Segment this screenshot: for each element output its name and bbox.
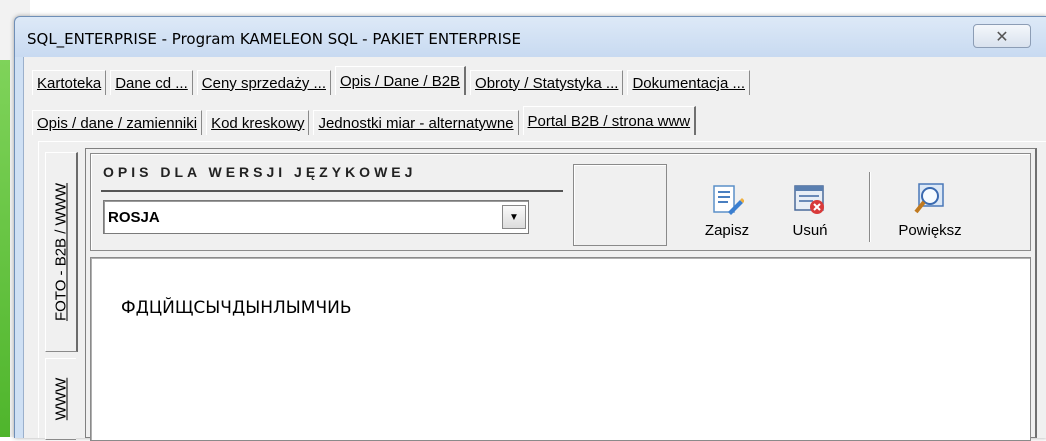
sub-tab-bar: Opis / dane / zamienniki Kod kreskowy Je… [32,105,700,135]
delete-label: Usuń [792,222,828,239]
main-window: SQL_ENTERPRISE - Program KAMELEON SQL - … [14,16,1046,441]
side-tab-foto-b2b-www[interactable]: FOTO - B2B / WWW [45,152,78,352]
subtab-kod-kreskowy[interactable]: Kod kreskowy [206,110,310,135]
description-panel: OPIS DLA WERSJI JĘZYKOWEJ ROSJA ▼ Zapisz… [85,148,1037,441]
close-icon: ✕ [995,26,1009,46]
main-tab-bar: Kartoteka Dane cd ... Ceny sprzedaży ...… [32,65,754,95]
title-bar[interactable]: SQL_ENTERPRISE - Program KAMELEON SQL - … [15,17,1046,57]
portal-panel: FOTO - B2B / WWW WWW OPIS DLA WERSJI JĘZ… [38,141,1046,441]
save-icon [710,182,745,216]
tab-dokumentacja[interactable]: Dokumentacja ... [627,70,750,95]
language-label: OPIS DLA WERSJI JĘZYKOWEJ [103,164,417,180]
description-text: ФДЦЙЩСЫЧДЫНЛЫМЧИЬ [121,298,352,318]
toolbar-separator [869,172,870,242]
side-tab-strip: FOTO - B2B / WWW WWW [39,152,79,440]
language-header: OPIS DLA WERSJI JĘZYKOWEJ ROSJA ▼ Zapisz… [90,153,1031,251]
window-title: SQL_ENTERPRISE - Program KAMELEON SQL - … [27,30,522,48]
zoom-label: Powiększ [898,222,962,239]
language-select-value: ROSJA [108,209,160,226]
close-button[interactable]: ✕ [973,24,1031,48]
tab-dane-cd[interactable]: Dane cd ... [110,70,193,95]
side-tab-www[interactable]: WWW [45,358,76,440]
background-app-green-strip [0,60,10,437]
language-divider [101,190,563,192]
subtab-portal-b2b[interactable]: Portal B2B / strona www [522,106,697,135]
side-tab-foto-label: FOTO - B2B / WWW [52,182,70,322]
magnifier-icon [913,182,947,216]
zoom-button[interactable]: Powiększ [883,164,977,248]
photo-preview [573,164,667,246]
language-select[interactable]: ROSJA ▼ [103,200,529,234]
subtab-opis-dane-zamienniki[interactable]: Opis / dane / zamienniki [32,110,203,135]
tab-kartoteka[interactable]: Kartoteka [32,70,107,95]
side-tab-www-label: WWW [52,377,70,421]
tab-obroty-statystyka[interactable]: Obroty / Statystyka ... [470,70,624,95]
save-button[interactable]: Zapisz [693,164,761,248]
description-textarea[interactable]: ФДЦЙЩСЫЧДЫНЛЫМЧИЬ [90,257,1031,441]
delete-icon [793,182,827,216]
subtab-jednostki-miar[interactable]: Jednostki miar - alternatywne [313,110,519,135]
chevron-down-icon: ▼ [509,211,519,223]
tab-ceny-sprzedazy[interactable]: Ceny sprzedaży ... [196,70,331,95]
client-area: Kartoteka Dane cd ... Ceny sprzedaży ...… [23,57,1046,441]
dropdown-arrow-button[interactable]: ▼ [502,205,526,229]
save-label: Zapisz [704,222,750,239]
tab-opis-dane-b2b[interactable]: Opis / Dane / B2B [334,66,467,95]
delete-button[interactable]: Usuń [777,164,843,248]
